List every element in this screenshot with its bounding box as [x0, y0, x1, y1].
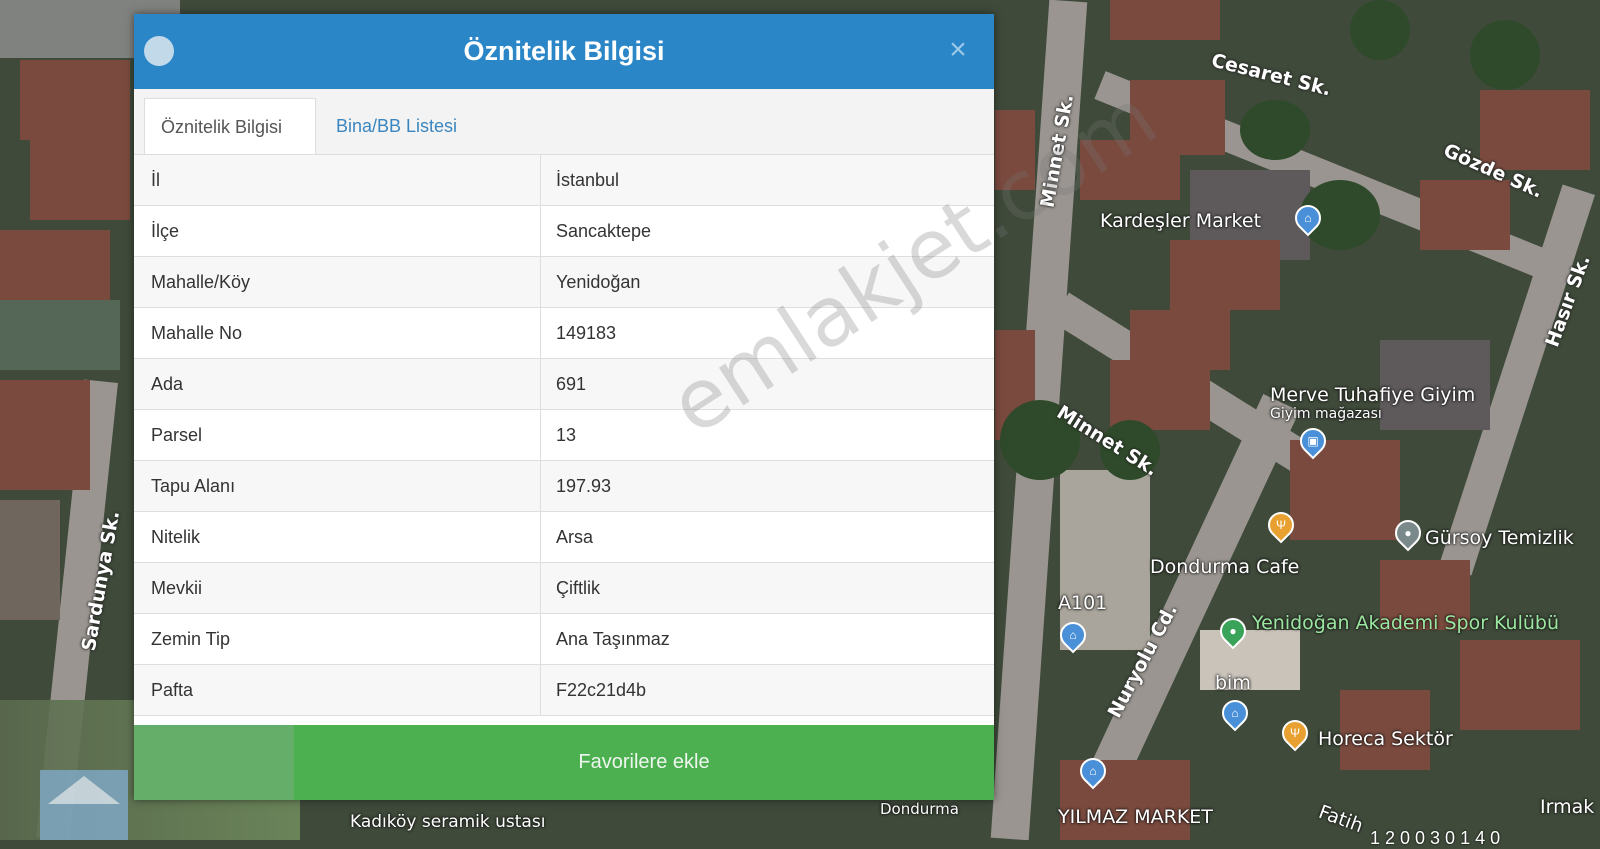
- row-key: İlçe: [134, 206, 541, 256]
- map-building: [995, 110, 1035, 190]
- row-key: Ada: [134, 359, 541, 409]
- poi-label[interactable]: Kadıköy seramik ustası: [350, 812, 545, 832]
- table-row: İl İstanbul: [134, 155, 994, 206]
- map-building: [30, 140, 130, 220]
- poi-label[interactable]: Irmak: [1540, 796, 1594, 818]
- poi-label[interactable]: Kardeşler Market: [1100, 210, 1261, 232]
- footer-number: 1 2 0 0 3 0 1 4 0: [1370, 828, 1501, 848]
- modal-header: Öznitelik Bilgisi ×: [134, 14, 994, 89]
- map-tree: [1470, 20, 1540, 90]
- map-building: [1290, 440, 1400, 540]
- row-value: Sancaktepe: [556, 221, 652, 241]
- table-row: Mevkii Çiftlik: [134, 563, 994, 614]
- row-value: 691: [556, 374, 587, 394]
- poi-label[interactable]: Merve Tuhafiye Giyim: [1270, 384, 1475, 406]
- poi-label[interactable]: Gürsoy Temizlik: [1425, 527, 1574, 549]
- map-building: [0, 300, 120, 370]
- row-value: F22c21d4b: [556, 680, 647, 700]
- row-key: Pafta: [134, 665, 541, 715]
- attribute-table: İl İstanbul İlçe Sancaktepe Mahalle/Köy …: [134, 155, 994, 735]
- blurred-corner: [134, 725, 294, 800]
- table-row: Zemin Tip Ana Taşınmaz: [134, 614, 994, 665]
- map-building: [1460, 640, 1580, 730]
- map-building: [20, 60, 130, 140]
- poi-sublabel: Giyim mağazası: [1270, 406, 1382, 422]
- row-key: Mahalle/Köy: [134, 257, 541, 307]
- row-value: 149183: [556, 323, 617, 343]
- row-key: İl: [134, 155, 541, 205]
- poi-label[interactable]: YILMAZ MARKET: [1058, 806, 1213, 828]
- row-value: Çiftlik: [556, 578, 600, 598]
- row-value: 13: [556, 425, 577, 445]
- map-tree: [1350, 0, 1410, 60]
- map-building: [1110, 0, 1220, 40]
- map-building: [1080, 140, 1180, 200]
- tab-building-list[interactable]: Bina/BB Listesi: [320, 98, 510, 154]
- row-value: 197.93: [556, 476, 612, 496]
- table-row: Nitelik Arsa: [134, 512, 994, 563]
- map-building: [0, 380, 90, 490]
- row-key: Parsel: [134, 410, 541, 460]
- map-building: [1480, 90, 1590, 170]
- row-value: İstanbul: [556, 170, 620, 190]
- row-key: Nitelik: [134, 512, 541, 562]
- poi-label[interactable]: Fatih: [1316, 801, 1366, 837]
- table-row: Mahalle No 149183: [134, 308, 994, 359]
- map-tree: [1240, 100, 1310, 160]
- row-value: Yenidoğan: [556, 272, 641, 292]
- row-key: Mahalle No: [134, 308, 541, 358]
- tab-bar: Öznitelik Bilgisi Bina/BB Listesi: [134, 89, 994, 155]
- row-value: Ana Taşınmaz: [556, 629, 670, 649]
- table-row: Tapu Alanı 197.93: [134, 461, 994, 512]
- row-key: Mevkii: [134, 563, 541, 613]
- poi-label[interactable]: Horeca Sektör: [1318, 728, 1453, 750]
- street-label: Cesaret Sk.: [1209, 49, 1334, 101]
- tab-attribute-info[interactable]: Öznitelik Bilgisi: [144, 98, 316, 154]
- map-building: [1420, 180, 1510, 250]
- poi-label[interactable]: A101: [1058, 592, 1107, 614]
- row-key: Tapu Alanı: [134, 461, 541, 511]
- add-to-favorites-button[interactable]: Favorilere ekle: [294, 725, 994, 800]
- table-row: Parsel 13: [134, 410, 994, 461]
- table-row: İlçe Sancaktepe: [134, 206, 994, 257]
- table-row: Mahalle/Köy Yenidoğan: [134, 257, 994, 308]
- poi-label[interactable]: Dondurma: [880, 800, 959, 818]
- poi-label[interactable]: Dondurma Cafe: [1150, 556, 1299, 578]
- table-row: Pafta F22c21d4b: [134, 665, 994, 716]
- table-row: Ada 691: [134, 359, 994, 410]
- row-value: Arsa: [556, 527, 594, 547]
- poi-label[interactable]: Yenidoğan Akademi Spor Kulübü: [1252, 612, 1559, 634]
- restaurant-icon[interactable]: Ψ: [1276, 714, 1314, 752]
- agency-logo: [40, 770, 128, 840]
- attribute-info-modal: Öznitelik Bilgisi × Öznitelik Bilgisi Bi…: [134, 14, 1173, 800]
- map-building: [0, 230, 110, 300]
- shopping-basket-icon[interactable]: ⌂: [1216, 694, 1254, 732]
- poi-label[interactable]: bim: [1215, 672, 1251, 694]
- map-building: [0, 500, 60, 620]
- modal-title: Öznitelik Bilgisi: [463, 36, 665, 66]
- house-icon: [48, 776, 120, 804]
- row-key: Zemin Tip: [134, 614, 541, 664]
- map-building: [1170, 240, 1280, 310]
- close-icon[interactable]: ×: [944, 35, 972, 65]
